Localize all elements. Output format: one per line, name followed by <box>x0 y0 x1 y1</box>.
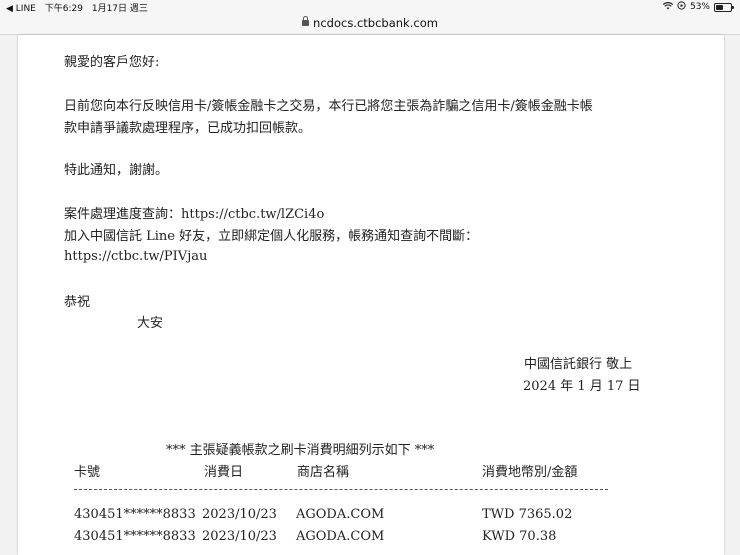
document-page: 親愛的客戶您好: 日前您向本行反映信用卡/簽帳金融卡之交易，本行已將您主張為詐騙… <box>18 35 724 555</box>
notice-text: 特此通知，謝謝。 <box>64 163 169 178</box>
status-bar-left: ◀ LINE 下午6:29 1月17日 週三 <box>6 1 154 14</box>
header-merchant: 商店名稱 <box>297 465 350 480</box>
status-time: 下午6:29 <box>44 4 83 14</box>
closing-text-2: 大安 <box>137 316 164 331</box>
cell-date: 2023/10/23 <box>202 529 277 544</box>
cell-amount: KWD 70.38 <box>482 529 557 544</box>
cell-date: 2023/10/23 <box>202 507 277 522</box>
status-bar-right: 53% <box>662 1 734 13</box>
header-date: 消費日 <box>204 465 244 480</box>
line-friend-link[interactable]: https://ctbc.tw/PIVjau <box>64 249 207 264</box>
table-title: *** 主張疑義帳款之刷卡消費明細列示如下 *** <box>166 443 435 458</box>
body-line-1: 日前您向本行反映信用卡/簽帳金融卡之交易，本行已將您主張為詐騙之信用卡/簽帳金融… <box>64 99 593 114</box>
wifi-icon <box>662 1 674 13</box>
url-text: ncdocs.ctbcbank.com <box>313 16 438 30</box>
header-currency-amount: 消費地幣別/金額 <box>482 465 578 480</box>
greeting: 親愛的客戶您好: <box>64 55 160 70</box>
lock-icon <box>302 15 310 26</box>
orientation-lock-icon <box>677 1 686 13</box>
status-date: 1月17日 週三 <box>91 4 148 14</box>
status-bar: ◀ LINE 下午6:29 1月17日 週三 53% <box>0 0 740 14</box>
cell-amount: TWD 7365.02 <box>482 507 573 522</box>
letter-date: 2024 年 1 月 17 日 <box>523 379 641 394</box>
closing-text: 恭祝 <box>64 295 91 310</box>
back-to-line-link[interactable]: ◀ LINE <box>6 4 36 14</box>
sender-signature: 中國信託銀行 敬上 <box>524 357 633 372</box>
address-bar[interactable]: ncdocs.ctbcbank.com <box>0 14 740 35</box>
header-card-number: 卡號 <box>74 465 101 480</box>
cell-merchant: AGODA.COM <box>296 507 385 522</box>
cell-card-number: 430451******8833 <box>74 507 196 522</box>
letter-document: 親愛的客戶您好: 日前您向本行反映信用卡/簽帳金融卡之交易，本行已將您主張為詐騙… <box>18 35 724 555</box>
cell-card-number: 430451******8833 <box>74 529 196 544</box>
body-line-2: 款申請爭議款處理程序，已成功扣回帳款。 <box>64 121 312 136</box>
table-separator <box>74 489 608 490</box>
battery-percent: 53% <box>689 2 710 12</box>
progress-query-link[interactable]: 案件處理進度查詢：https://ctbc.tw/lZCi4o <box>64 203 324 222</box>
battery-icon <box>714 2 734 12</box>
cell-merchant: AGODA.COM <box>296 529 385 544</box>
battery-fill <box>716 4 723 10</box>
line-friend-text: 加入中國信託 Line 好友，立即綁定個人化服務，帳務通知查詢不間斷： <box>64 229 479 244</box>
